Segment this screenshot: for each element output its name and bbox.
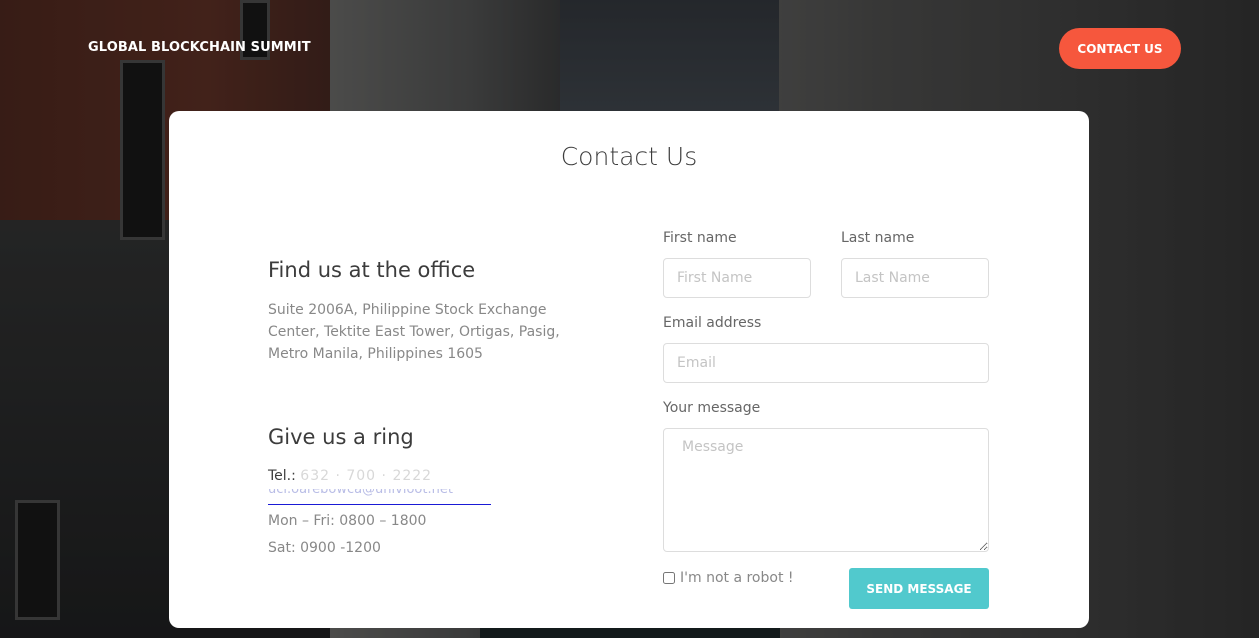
- last-name-input[interactable]: [841, 258, 989, 298]
- last-name-label: Last name: [841, 230, 915, 246]
- email-text: uci.oarebowca@univioot.net: [268, 489, 453, 497]
- first-name-input[interactable]: [663, 258, 811, 298]
- contact-card: Contact Us Find us at the office Suite 2…: [169, 111, 1089, 628]
- robot-label: I'm not a robot !: [680, 570, 794, 586]
- tel-label: Tel.:: [268, 468, 296, 484]
- hours-weekday: Mon – Fri: 0800 – 1800: [268, 513, 427, 529]
- send-message-button[interactable]: SEND MESSAGE: [849, 568, 989, 609]
- hours-saturday: Sat: 0900 -1200: [268, 540, 381, 556]
- tel-value: 632 · 700 · 2222: [300, 468, 433, 484]
- ring-heading: Give us a ring: [268, 425, 414, 449]
- email-line: uci.oarebowca@univioot.net: [268, 489, 491, 509]
- message-textarea[interactable]: [663, 428, 989, 552]
- email-link[interactable]: uci.oarebowca@univioot.net: [268, 489, 491, 505]
- office-address: Suite 2006A, Philippine Stock Exchange C…: [268, 302, 560, 362]
- robot-checkbox[interactable]: [663, 572, 675, 584]
- email-label: Email address: [663, 315, 762, 331]
- message-label: Your message: [663, 400, 761, 416]
- robot-check[interactable]: I'm not a robot !: [663, 570, 794, 586]
- tel-line: Tel.: 632 · 700 · 2222: [268, 468, 432, 484]
- first-name-label: First name: [663, 230, 737, 246]
- brand-logo-text[interactable]: GLOBAL BLOCKCHAIN SUMMIT: [88, 40, 311, 55]
- page-title: Contact Us: [560, 142, 698, 171]
- contact-us-button[interactable]: CONTACT US: [1059, 28, 1181, 69]
- email-input[interactable]: [663, 343, 989, 383]
- office-heading: Find us at the office: [268, 258, 476, 282]
